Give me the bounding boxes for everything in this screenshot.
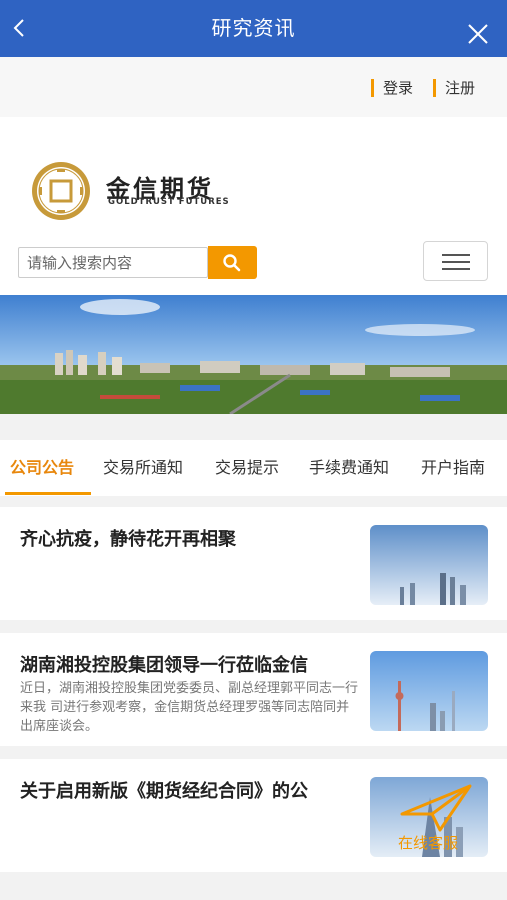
menu-icon-bar xyxy=(442,268,470,270)
news-summary: 近日，湖南湘投控股集团党委委员、副总经理郭平同志一行来我 司进行参观考察，金信期… xyxy=(20,681,359,734)
tab-trading-tips[interactable]: 交易提示 xyxy=(215,440,279,496)
tab-fee-notices[interactable]: 手续费通知 xyxy=(309,440,389,496)
paper-plane-icon xyxy=(400,784,472,832)
tab-exchange-notices[interactable]: 交易所通知 xyxy=(103,440,183,496)
news-item[interactable]: 湖南湘投控股集团领导一行莅临金信 近日，湖南湘投控股集团党委委员、副总经理郭平同… xyxy=(0,633,507,746)
auth-bar: 登录 注册 xyxy=(0,57,507,117)
brand-header: 金信期货 GOLDTRUST FUTURES xyxy=(0,117,507,240)
category-tabs: 公司公告 交易所通知 交易提示 手续费通知 开户指南 xyxy=(0,440,507,496)
news-title: 关于启用新版《期货经纪合同》的公 xyxy=(20,781,308,802)
company-name-en: GOLDTRUST FUTURES xyxy=(108,197,230,207)
news-title: 齐心抗疫，静待花开再相聚 xyxy=(20,529,236,550)
register-link[interactable]: 注册 xyxy=(433,79,475,97)
news-item[interactable]: 齐心抗疫，静待花开再相聚 xyxy=(0,507,507,620)
login-link[interactable]: 登录 xyxy=(371,79,413,97)
top-bar: 研究资讯 xyxy=(0,0,507,57)
online-service-button[interactable]: 在线客服 xyxy=(396,780,476,855)
active-tab-indicator xyxy=(5,492,91,495)
search-icon xyxy=(223,254,241,272)
close-icon[interactable] xyxy=(467,23,489,45)
company-logo-icon xyxy=(30,160,92,222)
news-thumbnail xyxy=(370,651,488,731)
news-title: 湖南湘投控股集团领导一行莅临金信 xyxy=(20,655,308,676)
menu-button[interactable] xyxy=(423,241,488,281)
banner-image[interactable] xyxy=(0,295,507,414)
search-button[interactable] xyxy=(208,246,257,279)
tab-company-announcements[interactable]: 公司公告 xyxy=(10,440,74,496)
online-service-label: 在线客服 xyxy=(398,834,459,852)
search-bar xyxy=(0,240,507,295)
news-thumbnail xyxy=(370,525,488,605)
menu-icon-bar xyxy=(442,254,470,256)
menu-icon-bar xyxy=(442,261,470,263)
page-title: 研究资讯 xyxy=(211,16,296,40)
tab-account-guide[interactable]: 开户指南 xyxy=(421,440,485,496)
search-input[interactable] xyxy=(18,247,208,278)
